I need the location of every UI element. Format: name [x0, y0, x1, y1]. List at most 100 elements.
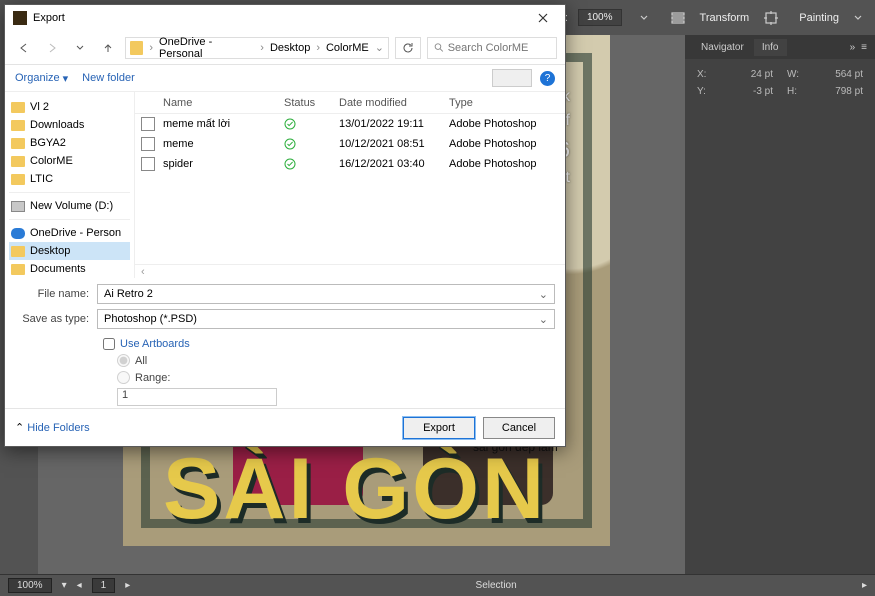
folder-icon: [11, 264, 25, 275]
hide-folders-caret-icon[interactable]: ⌃: [15, 421, 24, 434]
search-box[interactable]: [427, 37, 557, 59]
sync-ok-icon: [284, 118, 339, 130]
chevron-down-icon[interactable]: ⌄: [539, 313, 548, 326]
nav-up-chevron-icon[interactable]: [69, 37, 91, 59]
file-list-header[interactable]: Name Status Date modified Type: [135, 92, 565, 114]
crumb-colorme[interactable]: ColorME: [322, 42, 373, 54]
document-icon: [141, 157, 155, 171]
dialog-navbar: › OneDrive - Personal › Desktop › ColorM…: [5, 31, 565, 65]
nav-forward-icon: [41, 37, 63, 59]
info-h-label: H:: [787, 86, 797, 97]
tree-node[interactable]: LTIC: [9, 170, 130, 188]
folder-icon: [11, 138, 25, 149]
artboard-nav-prev-icon[interactable]: ◂: [77, 580, 82, 591]
status-mode-label: Selection: [476, 580, 517, 591]
status-scroll-right-icon[interactable]: ▸: [862, 580, 867, 591]
dialog-fields: File name: Ai Retro 2⌄ Save as type: Pho…: [5, 278, 565, 336]
col-name[interactable]: Name: [163, 97, 284, 109]
artboard-index[interactable]: 1: [92, 578, 116, 593]
tree-node[interactable]: Downloads: [9, 116, 130, 134]
tree-node[interactable]: Vl 2: [9, 98, 130, 116]
tab-navigator[interactable]: Navigator: [693, 39, 752, 56]
dialog-titlebar[interactable]: Export: [5, 5, 565, 31]
folder-tree[interactable]: Vl 2 Downloads BGYA2ColorMELTIC New Volume …: [5, 92, 135, 278]
file-type: Adobe Photoshop: [449, 138, 559, 150]
info-y-label: Y:: [697, 86, 706, 97]
workspace-chevron-icon[interactable]: [853, 13, 863, 23]
file-list-scrollbar[interactable]: ‹: [135, 264, 565, 278]
transform-label[interactable]: Transform: [700, 12, 750, 24]
nav-back-icon[interactable]: [13, 37, 35, 59]
view-mode-button[interactable]: [492, 69, 532, 87]
align-icon[interactable]: [666, 6, 690, 30]
panel-collapse-icon[interactable]: »: [850, 42, 856, 53]
status-bar: 100% ▾ ◂ 1 ▸ Selection ▸: [0, 574, 875, 596]
organize-button[interactable]: Organize ▾: [15, 72, 68, 85]
opacity-value[interactable]: 100%: [578, 9, 622, 26]
col-status[interactable]: Status: [284, 97, 339, 109]
crumb-desktop[interactable]: Desktop: [266, 42, 314, 54]
tree-node[interactable]: OneDrive - Person: [9, 224, 130, 242]
col-type[interactable]: Type: [449, 97, 559, 109]
tree-node[interactable]: ColorME: [9, 152, 130, 170]
info-h-value: 798 pt: [835, 86, 863, 97]
tree-node-label: Downloads: [30, 119, 84, 131]
panel-menu-icon[interactable]: ≡: [861, 42, 867, 53]
export-options: Use Artboards All Range: 1: [5, 336, 565, 408]
chevron-down-icon[interactable]: ⌄: [539, 288, 548, 301]
panel-tab-strip: Navigator Info » ≡: [685, 35, 875, 59]
tree-node-label: Vl 2: [30, 101, 49, 113]
new-folder-button[interactable]: New folder: [82, 72, 135, 84]
tree-node[interactable]: BGYA2: [9, 134, 130, 152]
tree-node[interactable]: Desktop: [9, 242, 130, 260]
sync-ok-icon: [284, 158, 339, 170]
nav-up-icon[interactable]: [97, 37, 119, 59]
export-button[interactable]: Export: [403, 417, 475, 439]
file-name: meme: [163, 138, 284, 150]
file-type: Adobe Photoshop: [449, 118, 559, 130]
workspace-label[interactable]: Painting: [799, 12, 839, 24]
cancel-button[interactable]: Cancel: [483, 417, 555, 439]
refresh-button[interactable]: [395, 37, 421, 59]
use-artboards-label[interactable]: Use Artboards: [120, 338, 190, 350]
tab-info[interactable]: Info: [754, 39, 787, 56]
opacity-chevron-icon[interactable]: [632, 6, 656, 30]
export-dialog: Export › OneDrive - Personal › Desktop ›…: [4, 4, 566, 447]
filename-input[interactable]: Ai Retro 2⌄: [97, 284, 555, 304]
tree-node[interactable]: New Volume (D:): [9, 197, 130, 215]
dialog-body: Vl 2 Downloads BGYA2ColorMELTIC New Volume …: [5, 91, 565, 278]
hide-folders-link[interactable]: Hide Folders: [27, 422, 89, 434]
help-icon[interactable]: ?: [540, 71, 555, 86]
all-radio: [117, 354, 130, 367]
artboard-nav-next-icon[interactable]: ▸: [125, 580, 130, 591]
dialog-footer: ⌃ Hide Folders Export Cancel: [5, 408, 565, 446]
file-row[interactable]: spider16/12/2021 03:40Adobe Photoshop: [135, 154, 565, 174]
range-input: 1: [117, 388, 277, 406]
breadcrumb[interactable]: › OneDrive - Personal › Desktop › ColorM…: [125, 37, 389, 59]
file-row[interactable]: meme mất lời13/01/2022 19:11Adobe Photos…: [135, 114, 565, 134]
info-panel-body: X:24 pt W:564 pt Y:-3 pt H:798 pt: [685, 59, 875, 107]
info-x-value: 24 pt: [751, 69, 773, 80]
folder-icon: [11, 246, 25, 257]
transform-icon[interactable]: [759, 6, 783, 30]
zoom-value[interactable]: 100%: [8, 578, 52, 593]
tree-node[interactable]: Documents: [9, 260, 130, 278]
file-row[interactable]: meme10/12/2021 08:51Adobe Photoshop: [135, 134, 565, 154]
poster-figure-right: [593, 215, 610, 505]
zoom-chevron-icon[interactable]: ▾: [62, 580, 67, 591]
saveas-select[interactable]: Photoshop (*.PSD)⌄: [97, 309, 555, 329]
search-input[interactable]: [448, 42, 550, 54]
col-date[interactable]: Date modified: [339, 97, 449, 109]
close-icon[interactable]: [529, 7, 557, 29]
saveas-label: Save as type:: [15, 313, 89, 325]
document-icon: [141, 137, 155, 151]
drive-icon: [11, 201, 25, 212]
use-artboards-checkbox[interactable]: [103, 338, 115, 350]
range-label: Range:: [135, 372, 170, 384]
chevron-down-icon: ▾: [63, 72, 69, 85]
range-radio: [117, 371, 130, 384]
crumb-onedrive[interactable]: OneDrive - Personal: [155, 36, 258, 60]
info-w-label: W:: [787, 69, 799, 80]
file-list: Name Status Date modified Type meme mất …: [135, 92, 565, 278]
app-icon: [13, 11, 27, 25]
